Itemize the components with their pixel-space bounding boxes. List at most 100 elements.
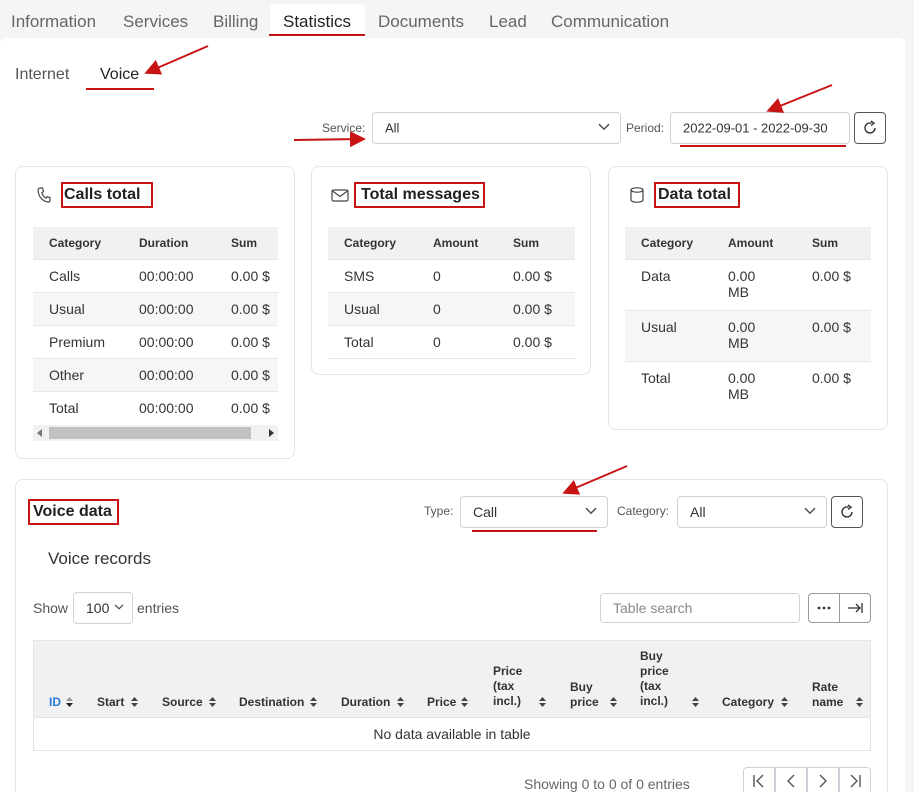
- cell: Other: [33, 357, 123, 391]
- sort-icon[interactable]: [209, 697, 216, 707]
- cell: 00:00:00: [123, 324, 215, 358]
- entries-label: entries: [137, 600, 180, 616]
- show-label: Show: [33, 600, 69, 616]
- chevron-down-icon: [804, 507, 816, 515]
- annotation-box-messages: [354, 182, 485, 208]
- table-row: Data 0.00 MB 0.00 $: [625, 258, 871, 310]
- col-rate-name[interactable]: Rate name: [812, 680, 848, 710]
- data-table: Category Amount Sum Data 0.00 MB 0.00 $ Us…: [625, 227, 871, 412]
- sort-icon[interactable]: [539, 697, 546, 707]
- chevron-down-icon: [598, 123, 610, 131]
- tab-lead[interactable]: Lead: [489, 12, 527, 32]
- cell: 0.00 MB: [712, 360, 796, 412]
- sort-icon[interactable]: [131, 697, 138, 707]
- annotation-underline-period: [680, 145, 846, 147]
- table-row: Usual 0 0.00 $: [328, 291, 575, 325]
- sort-icon[interactable]: [397, 697, 404, 707]
- calls-table: Category Duration Sum Calls 00:00:00 0.00 …: [33, 227, 278, 424]
- sort-icon[interactable]: [461, 697, 468, 707]
- first-page-button[interactable]: [743, 767, 775, 792]
- sort-icon[interactable]: [310, 697, 317, 707]
- cell: Total: [328, 324, 417, 358]
- sort-icon[interactable]: [856, 697, 863, 707]
- cell: 0.00 $: [215, 390, 278, 424]
- scroll-left-icon[interactable]: [37, 429, 43, 437]
- period-label: Period:: [626, 121, 665, 135]
- chevron-down-icon: [114, 604, 124, 610]
- scrollbar-thumb[interactable]: [49, 427, 251, 439]
- cell: Total: [33, 390, 123, 424]
- cell: 0.00 MB: [712, 258, 796, 310]
- annotation-box-voice-data: [28, 499, 119, 525]
- cell: 0.00 MB: [712, 309, 796, 361]
- entries-per-page-select[interactable]: 100: [73, 592, 133, 624]
- table-search-input[interactable]: Table search: [600, 593, 800, 623]
- col-destination[interactable]: Destination: [239, 695, 304, 710]
- period-input[interactable]: 2022-09-01 - 2022-09-30: [670, 112, 850, 144]
- last-page-button[interactable]: [839, 767, 871, 792]
- tab-documents[interactable]: Documents: [378, 12, 464, 32]
- col-category: Category: [328, 227, 417, 259]
- more-options-button[interactable]: [808, 593, 840, 623]
- export-button[interactable]: [839, 593, 871, 623]
- col-buy-price[interactable]: Buy price: [570, 680, 606, 710]
- table-row: Other 00:00:00 0.00 $: [33, 357, 278, 391]
- arrow-to-right-icon: [848, 603, 863, 613]
- next-page-button[interactable]: [807, 767, 839, 792]
- subtab-voice[interactable]: Voice: [100, 66, 139, 84]
- last-page-icon: [850, 774, 861, 788]
- col-buy-price-tax[interactable]: Buy price (tax incl.): [640, 649, 676, 709]
- col-id[interactable]: ID: [49, 695, 61, 710]
- cell: Calls: [33, 258, 123, 292]
- refresh-button[interactable]: [854, 112, 886, 144]
- cell: 0: [417, 291, 497, 325]
- cell: 0.00 $: [215, 258, 278, 292]
- subtab-internet[interactable]: Internet: [15, 66, 69, 84]
- category-select[interactable]: All: [677, 496, 827, 528]
- cell: 0.00 $: [497, 291, 575, 325]
- col-sum: Sum: [796, 227, 871, 259]
- table-info: Showing 0 to 0 of 0 entries: [524, 776, 690, 792]
- table-row: Total 0.00 MB 0.00 $: [625, 360, 871, 412]
- annotation-underline-statistics: [269, 34, 365, 36]
- sort-icon[interactable]: [692, 697, 699, 707]
- voice-refresh-button[interactable]: [831, 496, 863, 528]
- cell: 00:00:00: [123, 291, 215, 325]
- table-row: Premium 00:00:00 0.00 $: [33, 324, 278, 358]
- sort-icon[interactable]: [781, 697, 788, 707]
- col-source[interactable]: Source: [162, 695, 203, 710]
- tab-information[interactable]: Information: [11, 12, 96, 32]
- tab-statistics[interactable]: Statistics: [283, 12, 351, 32]
- cell: Total: [625, 360, 712, 412]
- previous-page-button[interactable]: [775, 767, 807, 792]
- type-select[interactable]: Call: [460, 496, 608, 528]
- table-row: Calls 00:00:00 0.00 $: [33, 258, 278, 292]
- type-select-value: Call: [473, 504, 498, 520]
- col-start[interactable]: Start: [97, 695, 124, 710]
- cell: 0.00 $: [215, 357, 278, 391]
- sort-icon[interactable]: [610, 697, 617, 707]
- horizontal-scrollbar[interactable]: [33, 425, 278, 441]
- col-amount: Amount: [712, 227, 796, 259]
- envelope-icon: [331, 189, 349, 202]
- voice-records-title: Voice records: [48, 549, 151, 568]
- empty-table-message: No data available in table: [373, 726, 531, 742]
- sort-desc-icon[interactable]: [66, 697, 73, 707]
- ellipsis-icon: [817, 606, 831, 610]
- col-price[interactable]: Price: [427, 695, 456, 710]
- col-duration[interactable]: Duration: [341, 695, 390, 710]
- cell: Data: [625, 258, 712, 310]
- first-page-icon: [753, 774, 764, 788]
- service-select[interactable]: All: [372, 112, 621, 144]
- tab-communication[interactable]: Communication: [551, 12, 669, 32]
- tab-billing[interactable]: Billing: [213, 12, 258, 32]
- col-price-tax[interactable]: Price (tax incl.): [493, 664, 533, 709]
- category-label: Category:: [617, 504, 670, 518]
- cell: 0.00 $: [215, 291, 278, 325]
- cell: 0.00 $: [215, 324, 278, 358]
- tab-services[interactable]: Services: [123, 12, 188, 32]
- col-category[interactable]: Category: [722, 695, 774, 710]
- cell: 0.00 $: [796, 258, 871, 310]
- cell: 0: [417, 258, 497, 292]
- scroll-right-icon[interactable]: [268, 429, 274, 437]
